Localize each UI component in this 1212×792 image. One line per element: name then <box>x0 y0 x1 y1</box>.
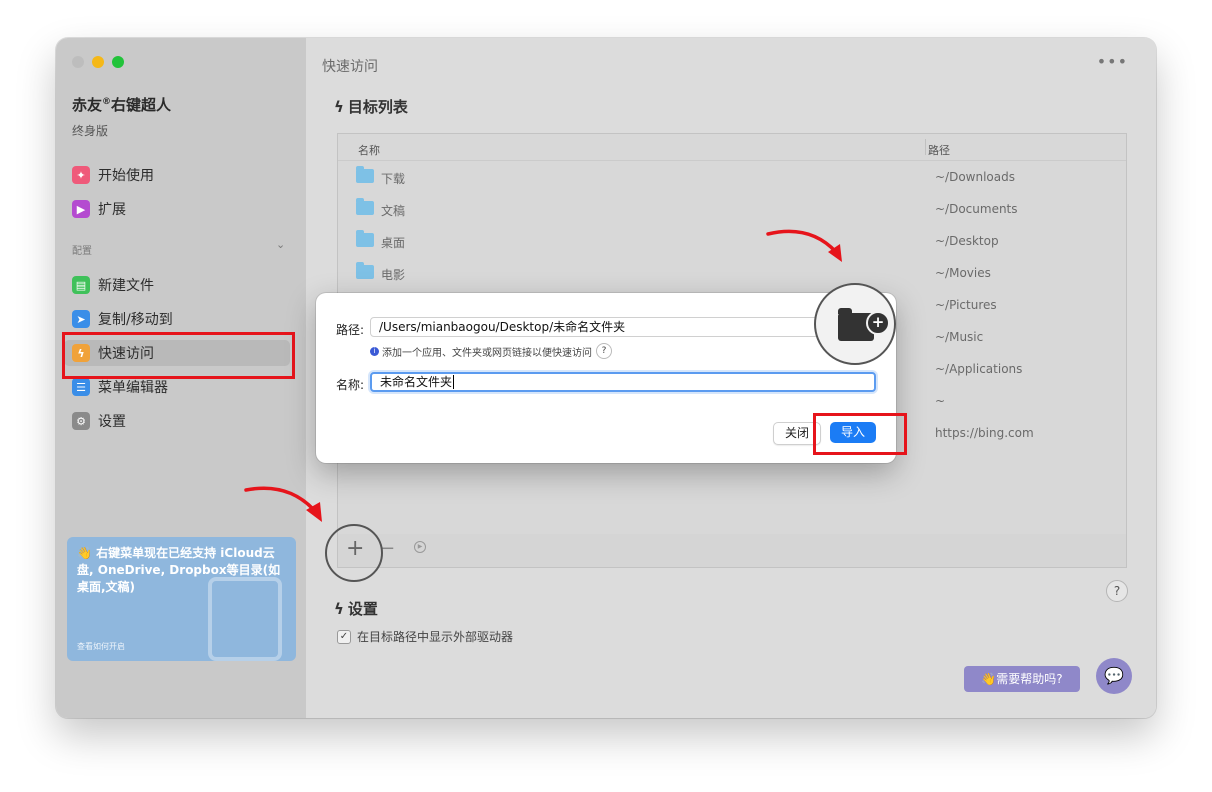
table-row[interactable]: 文稿 ~/Documents <box>338 193 1126 225</box>
help-button[interactable]: ? <box>1106 580 1128 602</box>
folder-icon <box>356 262 374 279</box>
column-divider <box>925 139 926 155</box>
window-close-button[interactable] <box>72 56 84 68</box>
table-row[interactable]: 下载 ~/Downloads <box>338 161 1126 193</box>
annotation-arrow-to-folder <box>766 229 842 262</box>
window-controls <box>72 56 124 68</box>
annotation-arrow-to-add <box>244 486 322 522</box>
sidebar-item-get-started[interactable]: ✦ 开始使用 <box>64 162 290 188</box>
more-options-icon[interactable]: ••• <box>1097 52 1128 71</box>
column-header-name[interactable]: 名称 <box>358 142 380 158</box>
hint-help-icon[interactable]: ? <box>596 343 612 359</box>
sidebar-item-settings[interactable]: ⚙ 设置 <box>64 408 290 434</box>
settings-title: 设置 <box>347 600 378 618</box>
annotation-highlight-import <box>813 413 907 455</box>
row-path: ~/Desktop <box>935 234 999 248</box>
new-file-icon: ▤ <box>72 276 90 294</box>
settings-heading: ϟ 设置 <box>334 598 378 619</box>
row-path: https://bing.com <box>935 426 1034 440</box>
sidebar-item-new-file[interactable]: ▤ 新建文件 <box>64 272 290 298</box>
app-name: 赤友®右键超人 <box>72 96 172 114</box>
row-path: ~/Documents <box>935 202 1018 216</box>
chat-icon[interactable]: 💬 <box>1096 658 1132 694</box>
sidebar-item-label: 新建文件 <box>98 278 154 294</box>
promo-card[interactable]: 👋 右键菜单现在已经支持 iCloud云盘, OneDrive, Dropbox… <box>67 537 296 661</box>
extension-icon: ▶ <box>72 200 90 218</box>
options-icon[interactable]: ▶ <box>414 541 426 553</box>
add-target-dialog: 路径: /Users/mianbaogou/Desktop/未命名文件夹 i 添… <box>316 293 896 463</box>
promo-text: 👋 右键菜单现在已经支持 iCloud云盘, OneDrive, Dropbox… <box>77 546 281 594</box>
sidebar-item-label: 菜单编辑器 <box>98 380 168 396</box>
lightbulb-icon: ✦ <box>72 166 90 184</box>
table-row[interactable]: 电影 ~/Movies <box>338 257 1126 289</box>
choose-folder-button[interactable]: + <box>814 283 896 365</box>
row-name: 电影 <box>381 268 406 282</box>
chevron-down-icon[interactable]: ⌄ <box>276 238 285 251</box>
annotation-highlight-quick-access <box>62 332 295 379</box>
folder-icon <box>356 230 374 247</box>
row-path: ~/Applications <box>935 362 1023 376</box>
table-row[interactable]: 桌面 ~/Desktop <box>338 225 1126 257</box>
path-input[interactable]: /Users/mianbaogou/Desktop/未命名文件夹 <box>370 317 820 337</box>
row-name: 桌面 <box>381 236 406 250</box>
row-path: ~/Downloads <box>935 170 1015 184</box>
show-external-drives-checkbox[interactable]: ✓ <box>337 629 351 644</box>
sidebar-item-extensions[interactable]: ▶ 扩展 <box>64 196 290 222</box>
annotation-circle-add <box>325 524 383 582</box>
hint-text: 添加一个应用、文件夹或网页链接以便快速访问 <box>382 347 592 359</box>
path-hint: i 添加一个应用、文件夹或网页链接以便快速访问 ? <box>370 343 612 359</box>
target-list-heading: ϟ 目标列表 <box>334 96 408 117</box>
section-label-config: 配置 <box>72 246 92 257</box>
sidebar-item-copy-move[interactable]: ➤ 复制/移动到 <box>64 306 290 332</box>
window-zoom-button[interactable] <box>112 56 124 68</box>
column-header-path[interactable]: 路径 <box>928 142 950 158</box>
name-input[interactable]: 未命名文件夹 <box>370 372 876 392</box>
window-minimize-button[interactable] <box>92 56 104 68</box>
plus-icon: + <box>866 311 890 335</box>
app-edition: 终身版 <box>72 124 109 138</box>
target-list-title: 目标列表 <box>347 98 408 116</box>
table-toolbar: + − ▶ <box>337 534 1127 568</box>
gear-icon: ⚙ <box>72 412 90 430</box>
send-icon: ➤ <box>72 310 90 328</box>
list-icon: ☰ <box>72 378 90 396</box>
sidebar-item-label: 复制/移动到 <box>98 312 173 328</box>
text-cursor <box>453 375 455 389</box>
bolt-icon: ϟ <box>334 599 344 618</box>
row-path: ~ <box>935 394 946 408</box>
name-input-value: 未命名文件夹 <box>380 375 453 389</box>
info-icon: i <box>370 346 379 356</box>
folder-icon <box>356 166 374 183</box>
path-label: 路径: <box>336 323 365 337</box>
name-label: 名称: <box>336 378 365 392</box>
sidebar-item-label: 开始使用 <box>98 168 154 184</box>
row-path: ~/Pictures <box>935 298 997 312</box>
setting-option-label: 在目标路径中显示外部驱动器 <box>357 630 514 644</box>
sidebar-item-label: 设置 <box>98 414 126 430</box>
promo-link[interactable]: 查看如何开启 <box>77 641 125 652</box>
row-path: ~/Music <box>935 330 984 344</box>
row-path: ~/Movies <box>935 266 991 280</box>
row-name: 文稿 <box>381 204 406 218</box>
folder-icon <box>356 198 374 215</box>
row-name: 下载 <box>381 172 406 186</box>
sidebar-item-label: 扩展 <box>98 202 126 218</box>
need-help-button[interactable]: 👋需要帮助吗? <box>964 666 1080 692</box>
page-title: 快速访问 <box>322 59 378 75</box>
bolt-icon: ϟ <box>334 97 344 116</box>
show-external-drives-option[interactable]: ✓ 在目标路径中显示外部驱动器 <box>337 628 513 645</box>
